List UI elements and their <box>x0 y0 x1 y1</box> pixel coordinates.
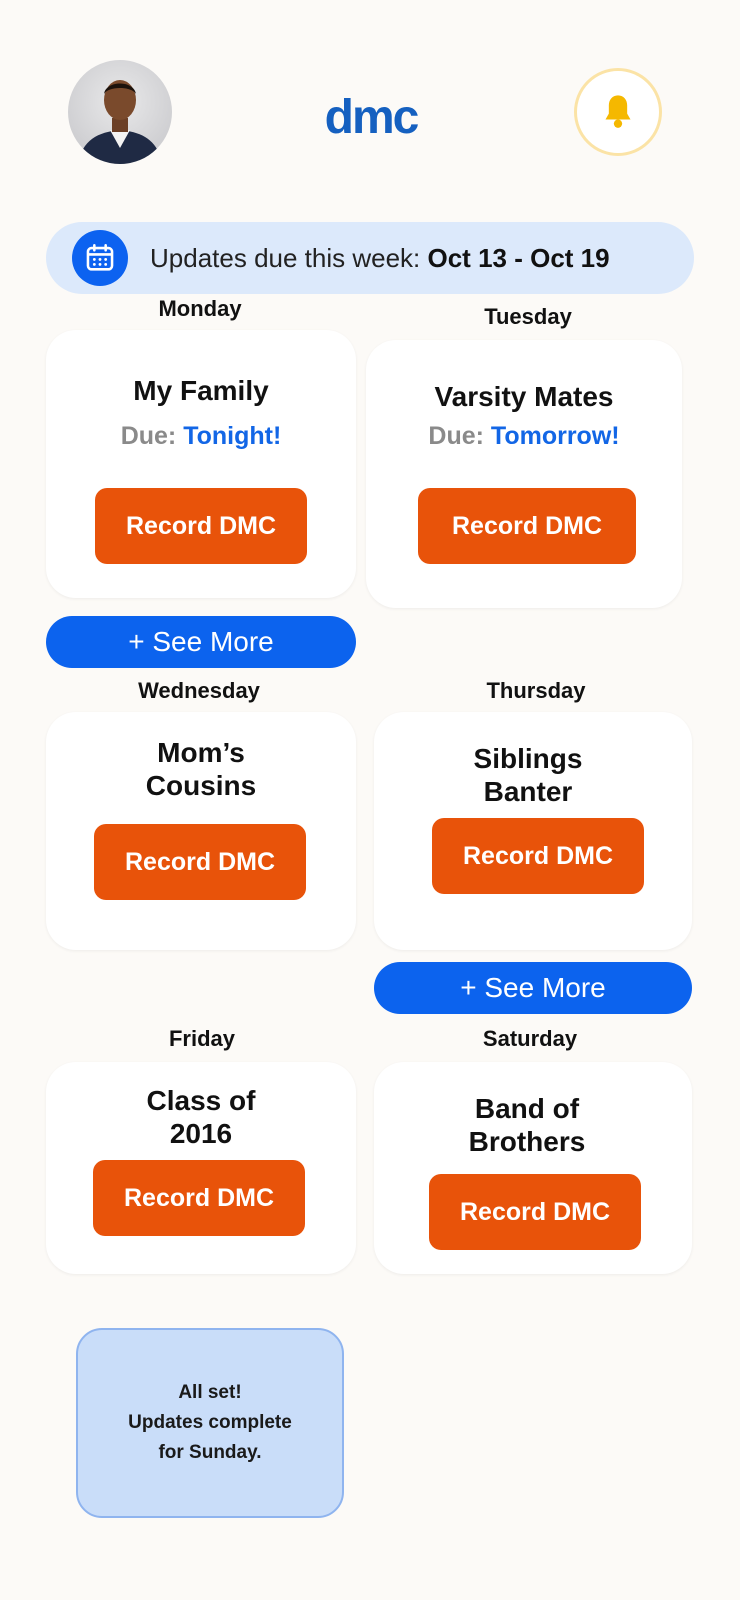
group-title: Class of 2016 <box>46 1084 356 1150</box>
record-dmc-button[interactable]: Record DMC <box>93 1160 305 1236</box>
record-dmc-button[interactable]: Record DMC <box>94 824 306 900</box>
group-title-line1: Siblings <box>473 743 583 774</box>
group-title-line1: Band of <box>474 1093 580 1124</box>
due-value: Tomorrow! <box>490 422 620 450</box>
status-line1: All set! <box>178 1382 242 1403</box>
status-line2: Updates complete <box>128 1412 292 1433</box>
group-title: Band of Brothers <box>362 1092 692 1158</box>
see-more-button[interactable]: + See More <box>374 962 692 1014</box>
app-screen: dmc Updates due this week: Oct 13 - Oct … <box>0 0 740 1600</box>
day-label-thursday: Thursday <box>486 678 586 703</box>
day-label-friday: Friday <box>168 1026 236 1051</box>
due-label: Due: <box>120 422 184 450</box>
calendar-icon <box>72 230 128 286</box>
group-title-line2: 2016 <box>169 1118 233 1149</box>
banner-text: Updates due this week: Oct 13 - Oct 19 <box>150 243 610 274</box>
group-title: Varsity Mates <box>434 381 614 412</box>
record-dmc-button[interactable]: Record DMC <box>429 1174 641 1250</box>
record-dmc-button[interactable]: Record DMC <box>95 488 307 564</box>
group-title-line1: Class of <box>146 1085 256 1116</box>
day-label-wednesday: Wednesday <box>138 678 260 703</box>
record-dmc-button[interactable]: Record DMC <box>432 818 644 894</box>
banner-date-range: Oct 13 - Oct 19 <box>427 242 610 273</box>
see-more-button[interactable]: + See More <box>46 616 356 668</box>
bell-icon <box>605 95 631 128</box>
card-wednesday: Mom’s Cousins Record DMC <box>46 712 356 950</box>
day-label-monday: Monday <box>158 296 242 321</box>
card-friday: Class of 2016 Record DMC <box>46 1062 356 1274</box>
due-value: Tonight! <box>183 422 282 450</box>
due-text: Due: Tonight! <box>46 422 356 451</box>
group-title-line2: Cousins <box>145 770 257 801</box>
card-tuesday: Varsity Mates Due: Tomorrow! Record DMC <box>366 340 682 608</box>
card-saturday: Band of Brothers Record DMC <box>374 1062 692 1274</box>
banner-prefix: Updates due this week: <box>150 242 428 273</box>
group-title-line2: Banter <box>483 776 573 807</box>
app-logo: dmc <box>324 91 420 144</box>
avatar-image <box>78 80 162 164</box>
profile-avatar[interactable] <box>68 60 172 164</box>
group-title-line2: Brothers <box>468 1126 586 1157</box>
status-line3: for Sunday. <box>158 1442 262 1463</box>
group-title: Mom’s Cousins <box>46 736 356 802</box>
group-title: Siblings Banter <box>364 742 692 808</box>
day-label-tuesday: Tuesday <box>484 304 572 329</box>
sunday-status-card: All set! Updates complete for Sunday. <box>76 1328 344 1518</box>
notifications-button[interactable] <box>574 68 662 156</box>
due-text: Due: Tomorrow! <box>366 422 682 451</box>
day-label-saturday: Saturday <box>482 1026 578 1051</box>
card-thursday: Siblings Banter Record DMC <box>374 712 692 950</box>
record-dmc-button[interactable]: Record DMC <box>418 488 636 564</box>
card-monday: My Family Due: Tonight! Record DMC <box>46 330 356 598</box>
group-title: My Family <box>133 375 269 406</box>
weekly-updates-banner: Updates due this week: Oct 13 - Oct 19 <box>46 222 694 294</box>
group-title-line1: Mom’s <box>157 737 245 768</box>
due-label: Due: <box>428 422 491 450</box>
